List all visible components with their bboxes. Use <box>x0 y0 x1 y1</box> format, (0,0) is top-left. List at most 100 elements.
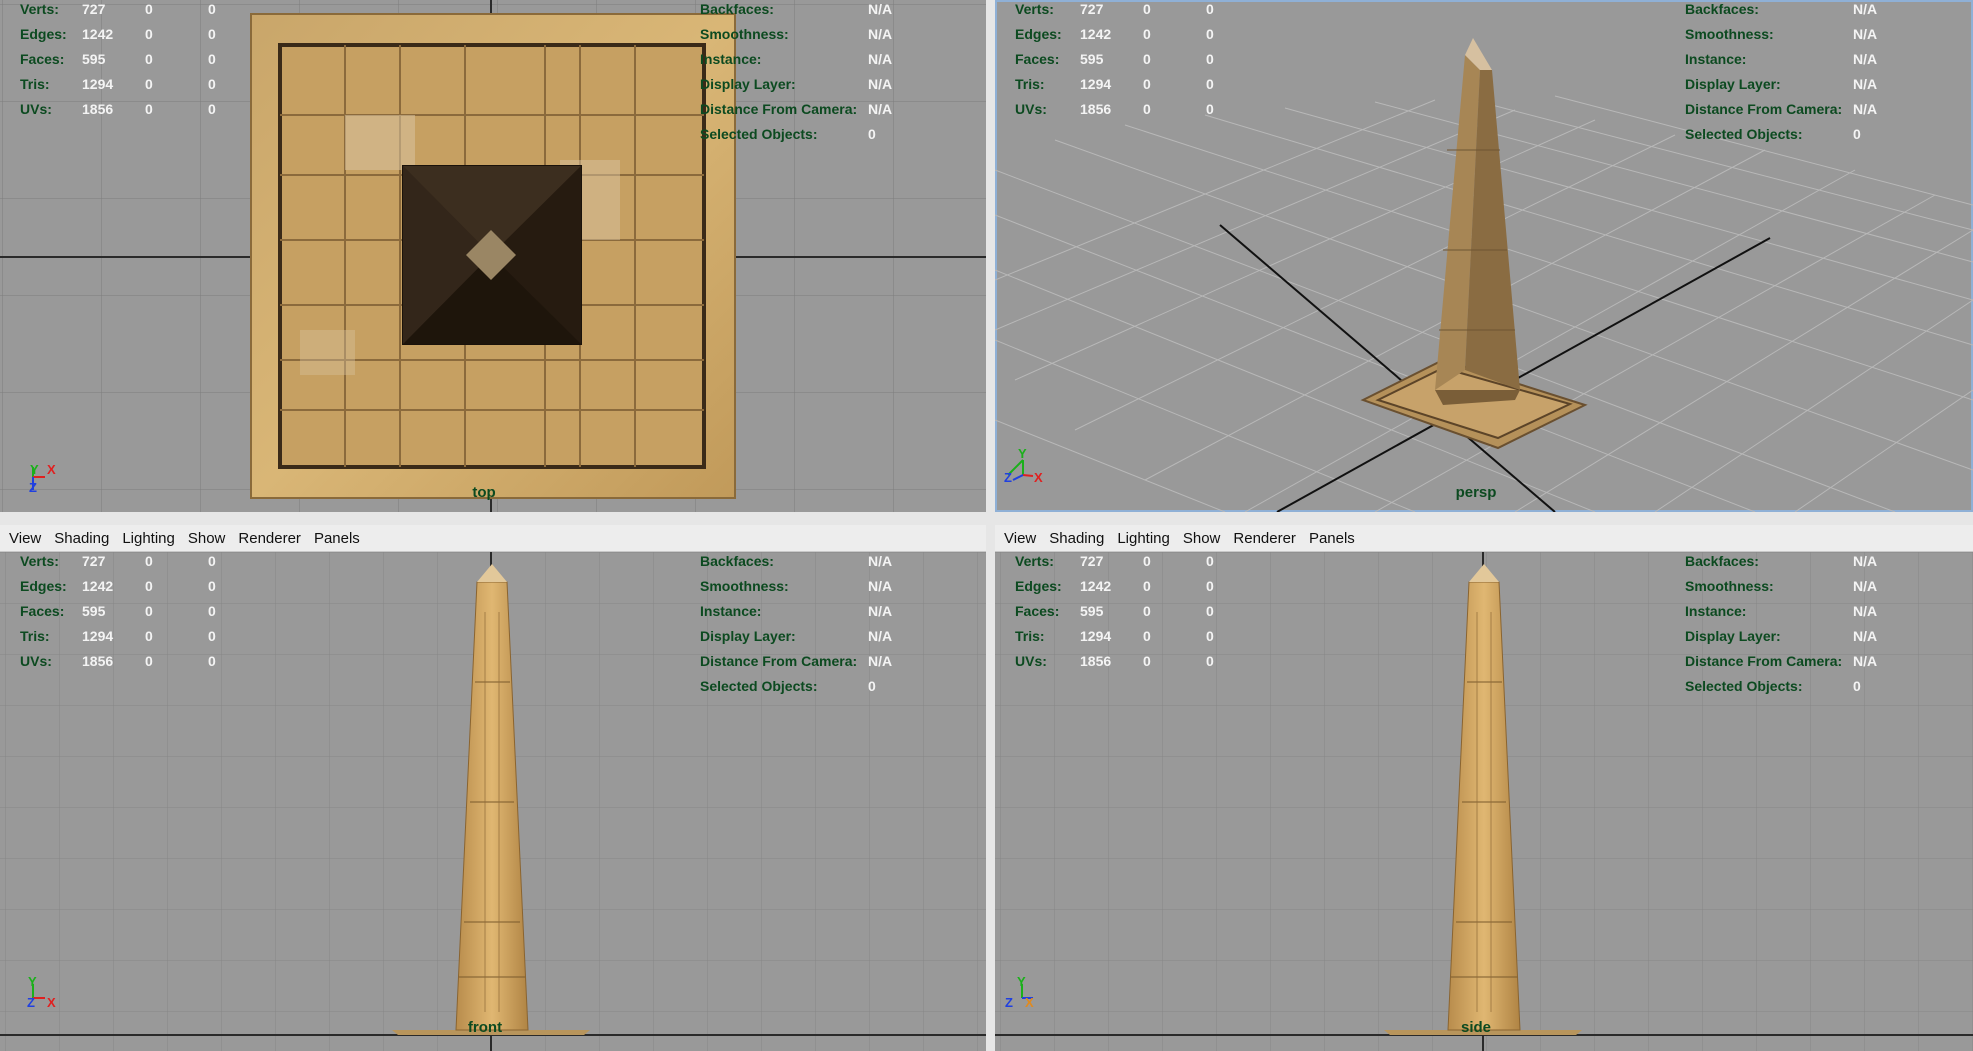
hud-value: N/A <box>868 101 893 117</box>
menu-renderer[interactable]: Renderer <box>238 530 301 547</box>
hud-label-faces: Faces: <box>20 603 65 619</box>
hud-value: N/A <box>868 553 893 569</box>
hud-label-tris: Tris: <box>20 76 50 92</box>
hud-value: N/A <box>1853 628 1878 644</box>
hud-value: N/A <box>1853 578 1878 594</box>
axis-x-label: X <box>47 995 56 1010</box>
menu-panels[interactable]: Panels <box>314 530 360 547</box>
hud-value: N/A <box>1853 603 1878 619</box>
hud-value: 1242 <box>1080 26 1112 42</box>
viewport-persp[interactable]: Y Z X Verts: 727 0 0 Edges: 1242 0 0 Faces: 595… <box>995 0 1973 512</box>
panel-menubar-front: View Shading Lighting Show Renderer Pane… <box>0 525 986 552</box>
hud-value: N/A <box>868 653 893 669</box>
hud-value: 0 <box>208 653 216 669</box>
hud-value: N/A <box>868 628 893 644</box>
hud-value: 0 <box>208 51 216 67</box>
hud-value: 727 <box>82 1 106 17</box>
hud-value: 1294 <box>82 628 114 644</box>
menu-show[interactable]: Show <box>188 530 226 547</box>
hud-label-tris: Tris: <box>1015 628 1045 644</box>
hud-label-backfaces: Backfaces: <box>700 553 774 569</box>
hud-value: 0 <box>1206 578 1214 594</box>
hud-value: 0 <box>1206 628 1214 644</box>
hud-value: 1856 <box>82 653 114 669</box>
hud-value: 0 <box>208 553 216 569</box>
hud-label-distance: Distance From Camera: <box>1685 101 1843 117</box>
menu-panels[interactable]: Panels <box>1309 530 1355 547</box>
hud-label-smoothness: Smoothness: <box>700 578 789 594</box>
menu-lighting[interactable]: Lighting <box>1117 530 1170 547</box>
hud-value: 727 <box>82 553 106 569</box>
camera-label-top: top <box>472 484 496 501</box>
hud-label-uvs: UVs: <box>20 101 52 117</box>
hud-label-instance: Instance: <box>700 51 762 67</box>
hud-value: 0 <box>208 1 216 17</box>
hud-label-edges: Edges: <box>1015 26 1062 42</box>
hud-label-instance: Instance: <box>1685 603 1747 619</box>
hud-label-distance: Distance From Camera: <box>700 101 858 117</box>
hud-value: 1242 <box>1080 578 1112 594</box>
hud-value: 0 <box>208 628 216 644</box>
hud-value: 0 <box>208 578 216 594</box>
menu-lighting[interactable]: Lighting <box>122 530 175 547</box>
hud-value: 0 <box>1143 76 1151 92</box>
hud-value: 0 <box>145 628 153 644</box>
menu-view[interactable]: View <box>1004 530 1036 547</box>
hud-value: 0 <box>145 101 153 117</box>
menu-view[interactable]: View <box>9 530 41 547</box>
hud-label-backfaces: Backfaces: <box>700 1 774 17</box>
hud-label-selected-objects: Selected Objects: <box>1685 678 1803 694</box>
menu-shading[interactable]: Shading <box>1049 530 1104 547</box>
hud-label-edges: Edges: <box>1015 578 1062 594</box>
viewport-top[interactable]: Y X Z Verts: 727 0 0 Edges: 1242 0 0 Faces: 595… <box>0 0 986 512</box>
hud-label-uvs: UVs: <box>1015 101 1047 117</box>
hud-label-verts: Verts: <box>1015 1 1054 17</box>
hud-value: 0 <box>145 26 153 42</box>
hud-label-distance: Distance From Camera: <box>1685 653 1843 669</box>
hud-value: 0 <box>1853 126 1861 142</box>
hud-value: 595 <box>82 603 106 619</box>
hud-value: 0 <box>145 603 153 619</box>
hud-label-faces: Faces: <box>1015 603 1060 619</box>
axis-y-label: Y <box>28 974 37 989</box>
hud-label-backfaces: Backfaces: <box>1685 1 1759 17</box>
hud-value: 0 <box>868 678 876 694</box>
hud-value: N/A <box>1853 653 1878 669</box>
hud-value: 0 <box>208 76 216 92</box>
hud-value: 1856 <box>1080 101 1112 117</box>
viewport-front[interactable]: Y Z X Verts: 727 0 0 Edges: 1242 0 0 Faces: 595… <box>0 552 986 1051</box>
hud-value: N/A <box>868 1 893 17</box>
axis-y-label: Y <box>1018 446 1027 461</box>
hud-value: N/A <box>868 51 893 67</box>
hud-value: 595 <box>82 51 106 67</box>
menu-show[interactable]: Show <box>1183 530 1221 547</box>
hud-value: 0 <box>1206 76 1214 92</box>
hud-label-verts: Verts: <box>1015 553 1054 569</box>
menu-renderer[interactable]: Renderer <box>1233 530 1296 547</box>
hud-label-display-layer: Display Layer: <box>700 76 796 92</box>
viewport-side[interactable]: Y Z X Verts: 727 0 0 Edges: 1242 0 0 Faces: 595… <box>995 552 1973 1051</box>
hud-value: 0 <box>145 653 153 669</box>
hud-label-smoothness: Smoothness: <box>1685 578 1774 594</box>
axis-z-label: Z <box>27 995 35 1010</box>
hud-value: N/A <box>1853 51 1878 67</box>
hud-value: 0 <box>1143 578 1151 594</box>
hud-value: 1242 <box>82 26 114 42</box>
hud-value: 1242 <box>82 578 114 594</box>
hud-label-display-layer: Display Layer: <box>700 628 796 644</box>
hud-label-selected-objects: Selected Objects: <box>700 678 818 694</box>
hud-label-smoothness: Smoothness: <box>1685 26 1774 42</box>
hud-label-tris: Tris: <box>20 628 50 644</box>
obelisk-top-view[interactable] <box>402 165 582 345</box>
hud-label-edges: Edges: <box>20 26 67 42</box>
hud-value: 1294 <box>82 76 114 92</box>
hud-label-tris: Tris: <box>1015 76 1045 92</box>
hud-value: 1856 <box>82 101 114 117</box>
hud-value: 0 <box>1206 1 1214 17</box>
hud-label-verts: Verts: <box>20 553 59 569</box>
obelisk-persp-view[interactable] <box>1360 38 1588 450</box>
viewport-persp-canvas: Y Z X <box>995 38 1973 512</box>
menu-shading[interactable]: Shading <box>54 530 109 547</box>
hud-value: 0 <box>1143 51 1151 67</box>
axis-x-label: X <box>1034 470 1043 485</box>
